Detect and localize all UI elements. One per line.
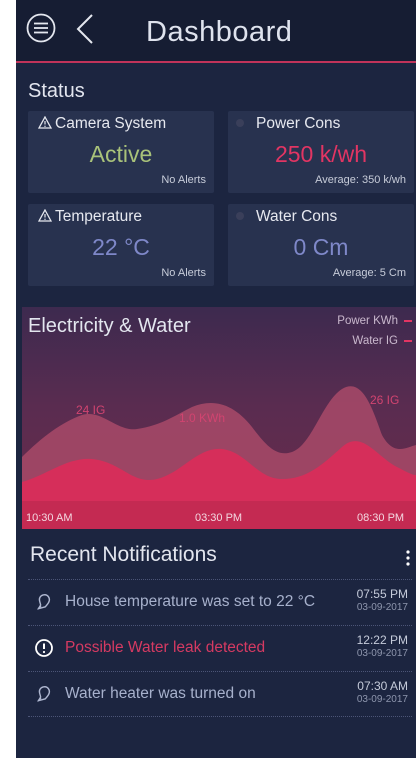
warning-icon — [38, 209, 52, 222]
warning-icon — [38, 116, 52, 129]
card-label: Temperature — [38, 208, 142, 226]
menu-icon[interactable] — [26, 13, 56, 43]
notification-item[interactable]: House temperature was set to 22 °C 07:55… — [28, 579, 412, 624]
notification-item[interactable]: Possible Water leak detected 12:22 PM 03-… — [28, 625, 412, 670]
time-label: 03:30 PM — [195, 512, 242, 524]
card-note: No Alerts — [161, 174, 206, 186]
chart-annotation: 24 IG — [76, 403, 105, 417]
temperature-card[interactable]: Temperature 22 °C No Alerts — [28, 204, 214, 286]
card-label: Water Cons — [236, 208, 337, 226]
page-title: Dashboard — [146, 16, 293, 48]
app-screen: Dashboard Status Camera System Active No… — [16, 0, 416, 758]
water-cons-card[interactable]: Water Cons 0 Cm Average: 5 Cm — [228, 204, 414, 286]
camera-system-card[interactable]: Camera System Active No Alerts — [28, 111, 214, 193]
more-vertical-icon[interactable] — [406, 550, 410, 566]
top-bar: Dashboard — [16, 0, 416, 63]
notification-time: 12:22 PM 03-09-2017 — [356, 633, 408, 659]
card-note: Average: 5 Cm — [332, 267, 406, 279]
notification-text: Possible Water leak detected — [65, 639, 266, 656]
card-note: No Alerts — [161, 267, 206, 279]
notification-text: House temperature was set to 22 °C — [65, 593, 316, 610]
notification-text: Water heater was turned on — [65, 685, 256, 702]
camera-status-value: Active — [89, 141, 153, 167]
water-cons-value: 0 Cm — [293, 234, 349, 260]
legend-item: Power KWh — [337, 315, 412, 327]
bell-icon — [37, 594, 51, 610]
power-cons-value: 250 k/wh — [274, 141, 368, 167]
notifications-title: Recent Notifications — [30, 543, 217, 566]
status-section-title: Status — [28, 80, 85, 102]
chevron-left-icon[interactable] — [70, 12, 100, 46]
chart-title: Electricity & Water — [28, 315, 191, 337]
temperature-value: 22 °C — [92, 234, 150, 260]
dot-icon — [236, 118, 244, 127]
bell-icon — [37, 686, 51, 702]
electricity-water-chart[interactable]: 24 IG 1.0 KWh 26 IG 10:30 AM 03:30 PM 08… — [22, 307, 416, 529]
notification-time: 07:30 AM 03-09-2017 — [356, 679, 408, 705]
notification-time: 07:55 PM 03-09-2017 — [356, 587, 408, 613]
card-label: Camera System — [38, 115, 166, 133]
notification-item[interactable]: Water heater was turned on 07:30 AM 03-09… — [28, 671, 412, 717]
card-label: Power Cons — [236, 115, 340, 133]
card-note: Average: 350 k/wh — [315, 174, 406, 186]
chart-annotation: 26 IG — [370, 393, 399, 407]
power-cons-card[interactable]: Power Cons 250 k/wh Average: 350 k/wh — [228, 111, 414, 193]
time-label: 08:30 PM — [357, 512, 404, 524]
alert-circle-icon — [35, 639, 53, 657]
chart-annotation: 1.0 KWh — [179, 411, 225, 425]
dot-icon — [236, 211, 244, 220]
time-label: 10:30 AM — [26, 512, 72, 524]
legend-item: Water IG — [352, 335, 412, 347]
